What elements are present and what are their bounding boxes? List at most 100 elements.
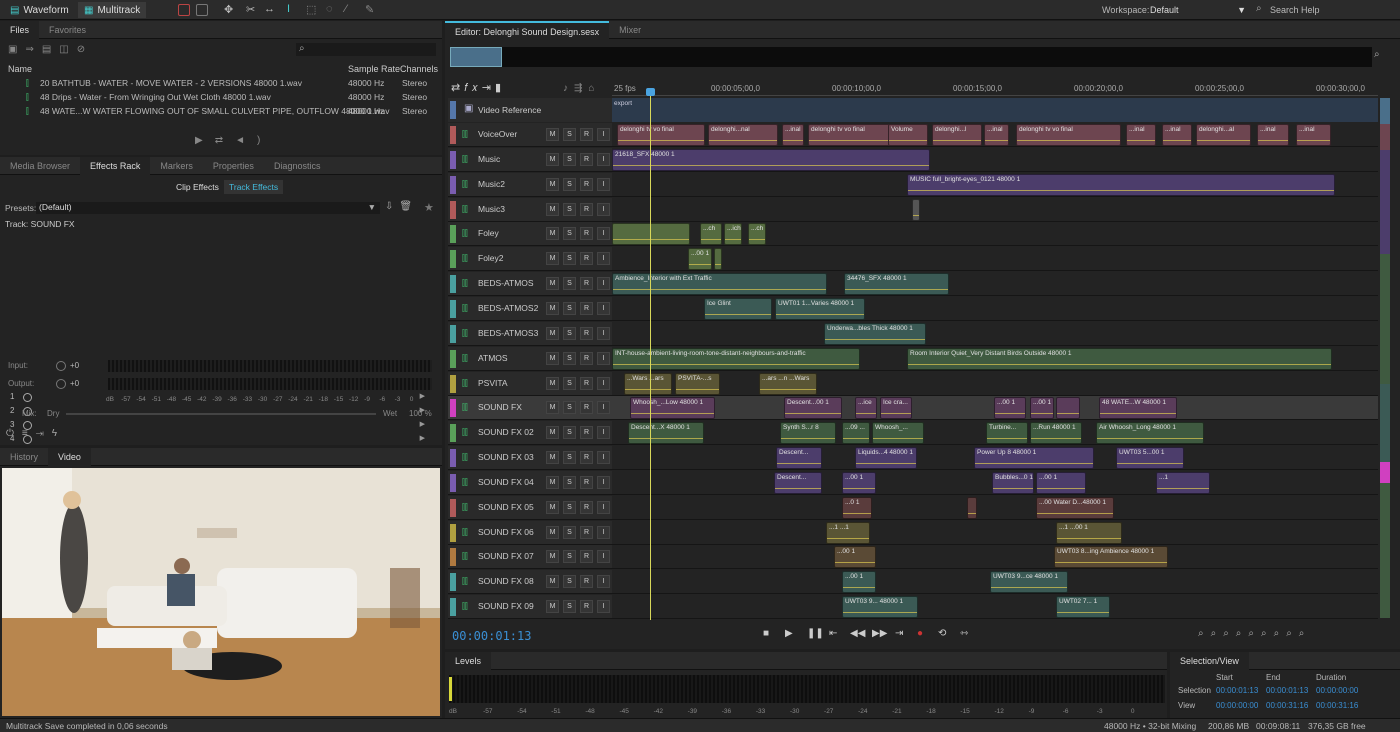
editor-metronome-icons[interactable]: ♪⇶⌂	[563, 83, 600, 94]
input-monitor-button[interactable]: I	[597, 401, 610, 415]
record-arm-button[interactable]: R	[580, 575, 593, 589]
time-selection-icon[interactable]: I	[287, 3, 290, 15]
track-header[interactable]: ⫿⫿ Foley M S R I	[448, 222, 612, 247]
record-arm-button[interactable]: R	[580, 252, 593, 266]
mute-button[interactable]: M	[546, 475, 559, 489]
audio-clip[interactable]: Air Whoosh_Long 48000 1	[1096, 422, 1204, 445]
input-monitor-button[interactable]: I	[597, 475, 610, 489]
audio-clip[interactable]: ...00 1	[842, 471, 876, 494]
files-search-input[interactable]: ⌕	[296, 43, 436, 56]
record-arm-button[interactable]: R	[580, 451, 593, 465]
waveform-button[interactable]: ▤ Waveform	[4, 2, 75, 18]
track-header[interactable]: ⫿⫿ SOUND FX 07 M S R I	[448, 545, 612, 570]
solo-button[interactable]: S	[563, 600, 576, 614]
marquee-icon[interactable]: ⬚	[306, 3, 316, 16]
track-header[interactable]: ⫿⫿ BEDS-ATMOS3 M S R I	[448, 321, 612, 346]
audio-clip[interactable]: UWT03 8...ing Ambience 48000 1	[1054, 546, 1168, 569]
input-monitor-button[interactable]: I	[597, 202, 610, 216]
track-header[interactable]: ⫿⫿ VoiceOver M S R I	[448, 123, 612, 147]
audio-clip[interactable]: ...ice	[855, 397, 877, 420]
input-monitor-button[interactable]: I	[597, 177, 610, 191]
solo-button[interactable]: S	[563, 401, 576, 415]
track-header[interactable]: ⫿⫿ PSVITA M S R I	[448, 371, 612, 396]
tab-mixer[interactable]: Mixer	[609, 21, 651, 39]
audio-clip[interactable]: ...Run 48000 1	[1030, 422, 1082, 445]
solo-button[interactable]: S	[563, 326, 576, 340]
audio-clip[interactable]: Power Up 8 48000 1	[974, 447, 1094, 470]
input-monitor-button[interactable]: I	[597, 301, 610, 315]
record-arm-button[interactable]: R	[580, 401, 593, 415]
zoom-controls[interactable]: ⌕⌕⌕⌕⌕⌕⌕⌕⌕	[1198, 628, 1311, 639]
audio-clip[interactable]: UWT02 7... 1	[1056, 596, 1110, 619]
record-button[interactable]: ●	[917, 628, 923, 639]
skip-selection-button[interactable]: ⇿	[960, 628, 968, 639]
track-lane[interactable]: ...00 1	[612, 247, 1378, 272]
record-arm-button[interactable]: R	[580, 177, 593, 191]
zoom-icon[interactable]: ⌕	[1374, 49, 1380, 60]
audio-clip[interactable]: ...00 1	[994, 397, 1026, 420]
track-lane[interactable]: Descent... Liquids...4 48000 1 Power Up 8 …	[612, 446, 1378, 471]
mute-button[interactable]: M	[546, 451, 559, 465]
track-header[interactable]: ⫿⫿ SOUND FX 06 M S R I	[448, 520, 612, 545]
track-header[interactable]: ⫿⫿ SOUND FX 08 M S R I	[448, 570, 612, 595]
audio-clip[interactable]: delonghi...l	[932, 124, 982, 146]
track-lane[interactable]: 21618_SFX 48000 1	[612, 147, 1378, 172]
track-lane[interactable]: ...00 1 UWT03 9...ce 48000 1	[612, 570, 1378, 595]
solo-button[interactable]: S	[563, 575, 576, 589]
audio-clip[interactable]: ...ars ...n ...Wars	[759, 372, 817, 395]
audio-clip[interactable]: ...Wars ...ars	[624, 372, 672, 395]
record-arm-button[interactable]: R	[580, 426, 593, 440]
track-header[interactable]: ⫿⫿ SOUND FX 02 M S R I	[448, 421, 612, 446]
effect-slot[interactable]: 4 ▶	[10, 434, 425, 447]
solo-button[interactable]: S	[563, 426, 576, 440]
audio-clip[interactable]: UWT03 9... 48000 1	[842, 596, 918, 619]
mute-button[interactable]: M	[546, 351, 559, 365]
audio-clip[interactable]: delonghi tv vo final	[617, 124, 705, 146]
file-row[interactable]: ⫿ 20 BATHTUB - WATER - MOVE WATER - 2 VE…	[0, 76, 442, 90]
audio-clip[interactable]: 48 WATE...W 48000 1	[1099, 397, 1177, 420]
multitrack-button[interactable]: ▦ Multitrack	[78, 2, 147, 18]
record-arm-button[interactable]: R	[580, 227, 593, 241]
audio-clip[interactable]: UWT03 9...ce 48000 1	[990, 571, 1068, 594]
audio-clip[interactable]	[967, 496, 977, 519]
track-lane[interactable]: ...1 ...1 ...1 ...00 1	[612, 520, 1378, 545]
tab-files[interactable]: Files	[0, 20, 40, 39]
input-monitor-button[interactable]: I	[597, 252, 610, 266]
audio-clip[interactable]: Descent...X 48000 1	[628, 422, 704, 445]
preset-actions-icons[interactable]: ⇩🗑︎	[385, 201, 418, 212]
track-effects-tab[interactable]: Track Effects	[224, 180, 284, 194]
tab-video[interactable]: Video	[48, 447, 91, 466]
skip-end-button[interactable]: ⇥	[895, 628, 903, 639]
audio-clip[interactable]: Underwa...bles Thick 48000 1	[824, 322, 926, 345]
fast-forward-button[interactable]: ▶▶	[872, 628, 887, 639]
record-arm-button[interactable]: R	[580, 128, 593, 141]
input-monitor-button[interactable]: I	[597, 500, 610, 514]
track-lane[interactable]: Descent...X 48000 1 Synth S...r 8 ...09 ..…	[612, 421, 1378, 446]
audio-clip[interactable]: Turbine...	[986, 422, 1028, 445]
track-name[interactable]: SOUND FX 06	[478, 527, 534, 537]
track-header[interactable]: ⫿⫿ Music3 M S R I	[448, 197, 612, 222]
audio-clip[interactable]: ...00 1	[1036, 471, 1086, 494]
audio-clip[interactable]: ...inal	[1296, 124, 1331, 146]
solo-button[interactable]: S	[563, 376, 576, 390]
audio-clip[interactable]: Descent...00 1	[784, 397, 842, 420]
solo-button[interactable]: S	[563, 451, 576, 465]
column-name[interactable]: Name	[8, 64, 32, 74]
audio-clip[interactable]: ...ich	[724, 223, 742, 246]
solo-button[interactable]: S	[563, 152, 576, 166]
record-arm-button[interactable]: R	[580, 202, 593, 216]
slip-tool-icon[interactable]: ↔	[264, 3, 275, 15]
track-name[interactable]: BEDS-ATMOS3	[478, 328, 538, 338]
record-arm-button[interactable]: R	[580, 376, 593, 390]
solo-button[interactable]: S	[563, 227, 576, 241]
audio-clip[interactable]: PSVITA-...s	[675, 372, 720, 395]
tab-selection-view[interactable]: Selection/View	[1170, 651, 1249, 670]
audio-clip[interactable]: Ice Glint	[704, 297, 772, 320]
view-start[interactable]: 00:00:00:00	[1216, 701, 1258, 710]
track-header[interactable]: ⫿⫿ SOUND FX M S R I	[448, 396, 612, 421]
overview-viewport[interactable]	[450, 47, 502, 67]
audio-clip[interactable]: 34476_SFX 48000 1	[844, 273, 949, 296]
track-name[interactable]: Music2	[478, 179, 505, 189]
track-name[interactable]: SOUND FX 05	[478, 502, 534, 512]
audio-clip[interactable]: 21618_SFX 48000 1	[612, 148, 930, 171]
